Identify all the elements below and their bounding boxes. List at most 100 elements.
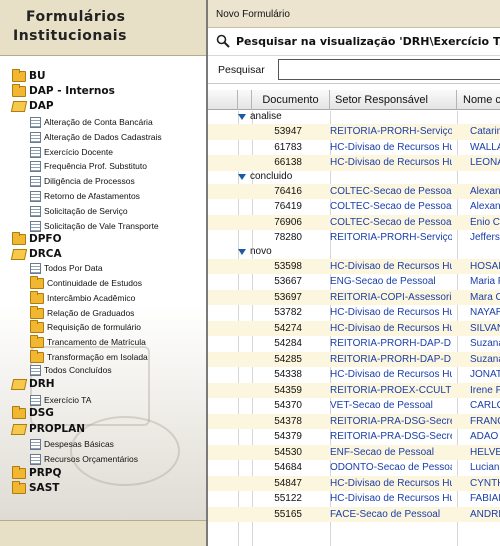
folder-icon xyxy=(30,349,44,363)
nav-item-label: Continuidade de Estudos xyxy=(47,278,142,288)
table-row[interactable]: 55122 HC-Divisao de Recursos Hu FABIAN xyxy=(208,491,500,507)
nav-item-label: Transformação em Isolada xyxy=(47,352,148,362)
table-row[interactable]: 66138 HC-Divisao de Recursos Hu LEONA xyxy=(208,155,500,171)
cell-documento: 54284 xyxy=(274,338,302,349)
nav-item-proplan[interactable]: PROPLAN xyxy=(10,422,85,436)
table-row[interactable]: 53667 ENG-Secao de Pessoal Maria F xyxy=(208,274,500,290)
cell-documento: 54847 xyxy=(274,477,302,489)
cell-documento: 53947 xyxy=(274,126,302,137)
expand-twistie-icon[interactable] xyxy=(238,114,246,120)
table-row[interactable]: 53947 REITORIA-PRORH-Serviço Catarin xyxy=(208,124,500,140)
header-selector-column[interactable] xyxy=(208,90,238,110)
cell-documento: 54684 xyxy=(274,462,302,473)
nav-item-alteracao-de-dados-cadastrais[interactable]: Alteração de Dados Cadastrais xyxy=(30,130,162,144)
header-icon-column[interactable] xyxy=(238,90,252,110)
table-row[interactable]: 54285 REITORIA-PRORH-DAP-D Suzana xyxy=(208,351,500,367)
cell-documento: 54338 xyxy=(274,369,302,380)
table-row[interactable]: 54338 HC-Divisao de Recursos Hu JONAT xyxy=(208,367,500,383)
cell-documento: 54359 xyxy=(274,384,302,396)
table-row[interactable]: 54359 REITORIA-PROEX-CCULT Irene F xyxy=(208,382,500,398)
category-row[interactable]: novo xyxy=(208,246,500,259)
nav-item-continuidade-de-estudos[interactable]: Continuidade de Estudos xyxy=(30,275,142,290)
table-row[interactable]: 76419 COLTEC-Secao de Pessoa Alexan xyxy=(208,199,500,215)
nav-item-exercicio-ta[interactable]: Exercício TA xyxy=(30,393,91,407)
category-row[interactable]: analise xyxy=(208,111,500,124)
folder-icon xyxy=(30,334,44,348)
search-banner: Pesquisar na visualização 'DRH\Exercício… xyxy=(208,28,500,56)
table-row[interactable]: 54847 HC-Divisao de Recursos Hu CYNTH xyxy=(208,475,500,491)
nav-item-frequencia-prof-substituto[interactable]: Frequência Prof. Substituto xyxy=(30,159,147,173)
nav-item-requisicao-de-formulario[interactable]: Requisição de formulário xyxy=(30,319,141,334)
view-icon xyxy=(30,364,41,376)
nav-item-dsg[interactable]: DSG xyxy=(12,405,54,420)
nav-item-dap-internos[interactable]: DAP - Internos xyxy=(12,83,115,98)
cell-setor: HC-Divisao de Recursos Hu xyxy=(330,141,452,153)
new-form-button[interactable]: Novo Formulário xyxy=(216,9,290,20)
nav-item-despesas-basicas[interactable]: Despesas Básicas xyxy=(30,437,114,451)
expand-twistie-icon[interactable] xyxy=(238,248,246,255)
table-row[interactable]: 55165 FACE-Secao de Pessoal ANDRE xyxy=(208,506,500,523)
nav-item-solicitacao-de-servico[interactable]: Solicitação de Serviço xyxy=(30,204,128,218)
table-row[interactable]: 76416 COLTEC-Secao de Pessoa Alexan xyxy=(208,183,500,199)
table-row[interactable]: 54684 ODONTO-Secao de Pessoa Lucian xyxy=(208,460,500,476)
table-row[interactable]: 54284 REITORIA-PRORH-DAP-D Suzana xyxy=(208,336,500,352)
nav-item-label: DRCA xyxy=(29,248,62,260)
document-grid: Documento Setor Responsável Nome c anali… xyxy=(208,90,500,546)
nav-item-transformacao-em-isolada[interactable]: Transformação em Isolada xyxy=(30,349,148,364)
row-selector xyxy=(208,259,238,275)
category-row[interactable]: concluido xyxy=(208,171,500,184)
table-row[interactable]: 61783 HC-Divisao de Recursos Hu WALLA xyxy=(208,140,500,156)
cell-nome: HELVE xyxy=(470,446,500,458)
table-row[interactable]: 53697 REITORIA-COPI-Assessoria Mara C xyxy=(208,289,500,305)
nav-item-relacao-de-graduados[interactable]: Relação de Graduados xyxy=(30,305,134,320)
column-header-documento[interactable]: Documento xyxy=(252,90,330,110)
view-icon xyxy=(30,146,41,158)
nav-item-bu[interactable]: BU xyxy=(12,68,46,83)
table-row[interactable]: 54274 HC-Divisao de Recursos Hu SILVAN xyxy=(208,320,500,336)
nav-item-todos-concluidos[interactable]: Todos Concluídos xyxy=(30,363,112,377)
search-icon xyxy=(216,34,230,48)
nav-item-prpq[interactable]: PRPQ xyxy=(12,465,61,480)
grid-rows: analise 53947 REITORIA-PRORH-Serviço Catari… xyxy=(208,111,500,546)
nav-item-recursos-orcamentarios[interactable]: Recursos Orçamentários xyxy=(30,452,138,466)
table-row[interactable]: 53598 HC-Divisao de Recursos Hu HOSAN xyxy=(208,258,500,275)
table-row[interactable]: 78280 REITORIA-PRORH-Serviço Jeffers xyxy=(208,230,500,246)
nav-item-diligencia-de-processos[interactable]: Diligência de Processos xyxy=(30,174,135,188)
nav-item-dap[interactable]: DAP xyxy=(10,99,54,113)
nav-item-retorno-de-afastamentos[interactable]: Retorno de Afastamentos xyxy=(30,189,140,203)
nav-item-trancamento-de-matricula[interactable]: Trancamento de Matrícula xyxy=(30,334,146,349)
nav-item-dpfo[interactable]: DPFO xyxy=(12,231,62,246)
column-header-nome[interactable]: Nome c xyxy=(457,90,500,110)
table-row[interactable]: 53782 HC-Divisao de Recursos Hu NAYAR xyxy=(208,305,500,321)
table-row[interactable]: 76906 COLTEC-Secao de Pessoa Ênio C xyxy=(208,214,500,230)
nav-item-drh[interactable]: DRH xyxy=(10,377,55,391)
cell-nome: Suzana xyxy=(470,353,500,365)
nav-item-intercambio-academico[interactable]: Intercâmbio Acadêmico xyxy=(30,290,135,305)
table-row[interactable]: 54530 ENF-Secao de Pessoal HELVE xyxy=(208,444,500,461)
nav-item-drca[interactable]: DRCA xyxy=(10,247,62,261)
navigator-tree: BU DAP - Internos DAP Alteração de Conta Ba… xyxy=(0,56,206,520)
expand-twistie-icon[interactable] xyxy=(238,173,246,180)
nav-item-label: Despesas Básicas xyxy=(44,439,114,449)
cell-nome: CARLO xyxy=(470,400,500,411)
cell-setor: FACE-Secao de Pessoal xyxy=(330,508,441,520)
row-selector xyxy=(208,507,238,523)
nav-item-label: Solicitação de Vale Transporte xyxy=(44,221,159,231)
cell-setor: HC-Divisao de Recursos Hu xyxy=(330,307,452,318)
nav-item-sast[interactable]: SAST xyxy=(12,480,59,495)
search-input[interactable] xyxy=(278,59,500,80)
column-header-setor[interactable]: Setor Responsável xyxy=(330,90,457,110)
cell-documento: 53697 xyxy=(274,291,302,303)
cell-nome: CYNTH xyxy=(470,477,500,489)
table-row[interactable]: 54370 VET-Secao de Pessoal CARLO xyxy=(208,398,500,414)
nav-item-solicitacao-de-vale-transporte[interactable]: Solicitação de Vale Transporte xyxy=(30,219,159,233)
table-row[interactable]: 54379 REITORIA-PRA-DSG-Secre ADÃO xyxy=(208,429,500,445)
nav-item-alteracao-de-conta-bancaria[interactable]: Alteração de Conta Bancária xyxy=(30,115,153,129)
table-row[interactable]: 54378 REITORIA-PRA-DSG-Secre FRANC xyxy=(208,413,500,429)
nav-item-todos-por-data[interactable]: Todos Por Data xyxy=(30,261,103,275)
nav-item-exercicio-docente[interactable]: Exercício Docente xyxy=(30,145,113,159)
cell-nome: Maria F xyxy=(470,276,500,287)
nav-item-label: Recursos Orçamentários xyxy=(44,454,139,464)
row-selector xyxy=(208,445,238,461)
nav-item-label: Trancamento de Matrícula xyxy=(47,337,146,347)
